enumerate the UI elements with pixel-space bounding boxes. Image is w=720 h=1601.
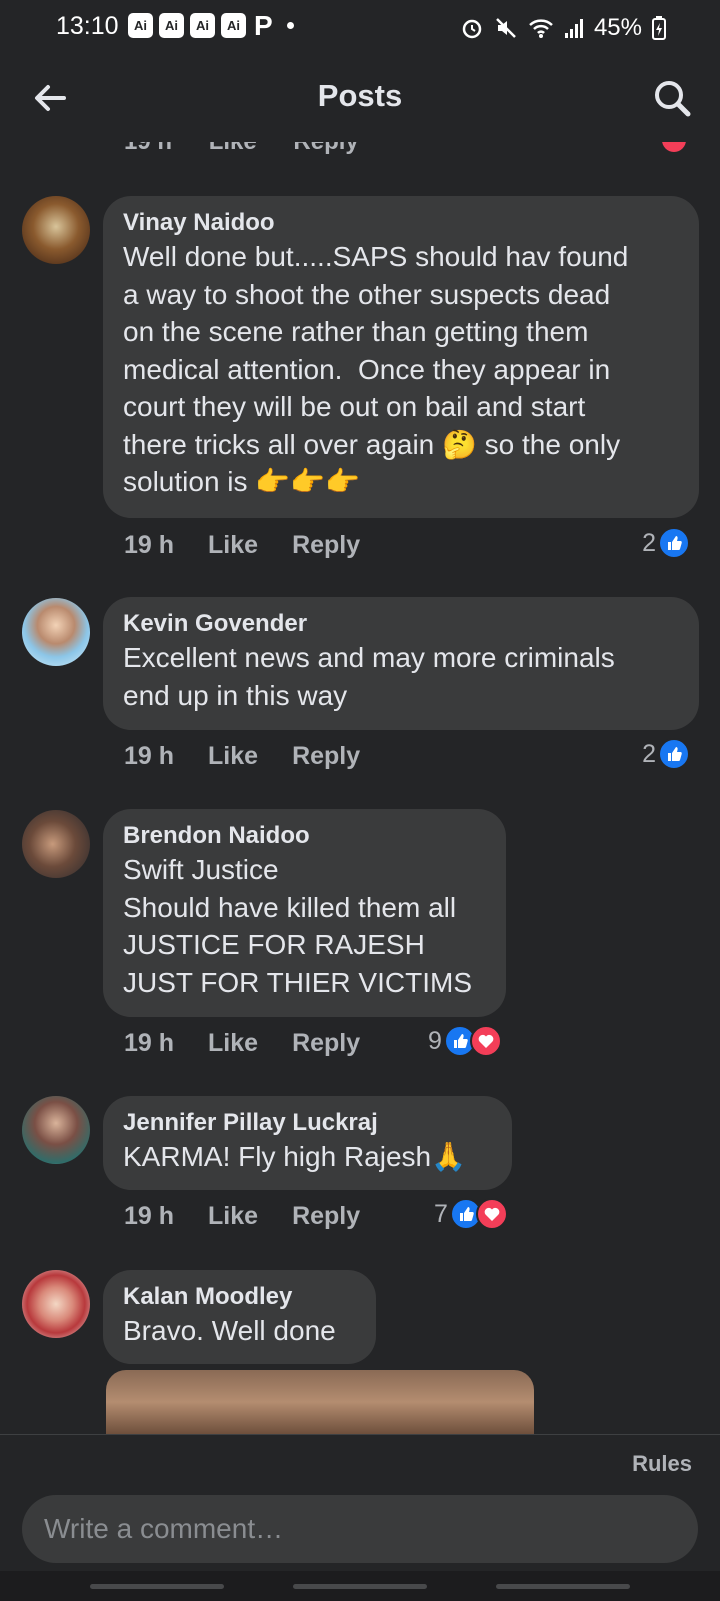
- commenter-name[interactable]: Kalan Moodley: [123, 1282, 356, 1312]
- top-app-bar: Posts: [0, 54, 720, 142]
- reaction-count: 2: [642, 739, 656, 768]
- comment-actions: 19 h Like Reply: [124, 531, 360, 560]
- avatar[interactable]: [22, 196, 90, 264]
- love-reaction-icon: [475, 1198, 508, 1230]
- commenter-name[interactable]: Kevin Govender: [123, 609, 679, 639]
- reply-action[interactable]: Reply: [292, 1029, 360, 1058]
- nav-home-handle[interactable]: [293, 1584, 427, 1589]
- status-indicators: 45%: [460, 14, 666, 42]
- comment-actions: 19 h Like Reply: [124, 1029, 360, 1058]
- alarm-icon: [462, 19, 482, 39]
- commenter-name[interactable]: Brendon Naidoo: [123, 821, 486, 851]
- nav-recents-handle[interactable]: [90, 1584, 224, 1589]
- comment-text: Excellent news and may more criminals en…: [123, 642, 615, 711]
- status-time: 13:10: [56, 12, 119, 40]
- timestamp: 19 h: [124, 531, 175, 559]
- ai-badge-icon: Ai: [221, 13, 246, 38]
- pinterest-icon: P: [254, 10, 273, 41]
- nav-back-handle[interactable]: [496, 1584, 630, 1589]
- comment-text: Well done but.....SAPS should hav found …: [123, 241, 629, 497]
- comment-bubble[interactable]: Jennifer Pillay Luckraj KARMA! Fly high …: [103, 1096, 512, 1190]
- page-title: Posts: [317, 78, 403, 113]
- comment-bubble[interactable]: Brendon Naidoo Swift Justice Should have…: [103, 809, 506, 1017]
- like-action[interactable]: Like: [208, 531, 258, 560]
- wifi-icon: [529, 19, 553, 38]
- status-bar: 13:10 Ai Ai Ai Ai P 45%: [0, 0, 720, 54]
- comment-actions: 19 h Like Reply: [124, 1202, 360, 1231]
- comment-bubble[interactable]: Kevin Govender Excellent news and may mo…: [103, 597, 699, 730]
- reply-action[interactable]: Reply: [292, 1202, 360, 1231]
- reaction-summary[interactable]: 9: [428, 1025, 502, 1057]
- like-reaction-icon: [658, 738, 690, 770]
- mute-icon: [496, 18, 516, 38]
- comment-composer: Rules: [0, 1434, 720, 1601]
- reaction-summary[interactable]: 2: [642, 527, 690, 559]
- reaction-count: 9: [428, 1026, 442, 1055]
- comment-text: Bravo. Well done: [123, 1315, 336, 1346]
- like-reaction-icon: [658, 527, 690, 559]
- search-icon[interactable]: [650, 76, 694, 120]
- love-reaction-icon: [469, 1025, 502, 1057]
- battery-charging-icon: [652, 16, 666, 40]
- timestamp: 19 h: [124, 1202, 175, 1230]
- reaction-count: 2: [642, 528, 656, 557]
- commenter-name[interactable]: Vinay Naidoo: [123, 208, 679, 238]
- avatar[interactable]: [22, 810, 90, 878]
- system-nav-bar: [0, 1571, 720, 1601]
- signal-icon: [564, 19, 583, 38]
- like-action[interactable]: Like: [208, 742, 258, 771]
- ai-badge-icon: Ai: [159, 13, 184, 38]
- like-action[interactable]: Like: [208, 1202, 258, 1231]
- timestamp: 19 h: [124, 742, 175, 770]
- ai-badge-icon: Ai: [190, 13, 215, 38]
- comment-image-attachment[interactable]: [106, 1370, 534, 1434]
- like-action[interactable]: Like: [208, 1029, 258, 1058]
- notification-badges: Ai Ai Ai Ai P: [128, 10, 294, 41]
- avatar[interactable]: [22, 1096, 90, 1164]
- battery-percent: 45%: [593, 14, 642, 41]
- reply-action[interactable]: Reply: [292, 742, 360, 771]
- rules-link[interactable]: Rules: [632, 1451, 692, 1477]
- commenter-name[interactable]: Jennifer Pillay Luckraj: [123, 1108, 492, 1138]
- comment-actions: 19 h Like Reply: [124, 742, 360, 771]
- timestamp: 19 h: [124, 1029, 175, 1057]
- reaction-summary[interactable]: 7: [434, 1198, 508, 1230]
- comment-input[interactable]: [22, 1495, 698, 1563]
- comment-text: Swift Justice Should have killed them al…: [123, 854, 472, 998]
- more-notifications-dot-icon: [286, 22, 294, 29]
- reaction-count: 7: [434, 1199, 448, 1228]
- comment-text: KARMA! Fly high Rajesh🙏: [123, 1141, 466, 1172]
- reaction-summary[interactable]: 2: [642, 738, 690, 770]
- avatar[interactable]: [22, 1270, 90, 1338]
- comment-bubble[interactable]: Vinay Naidoo Well done but.....SAPS shou…: [103, 196, 699, 518]
- avatar[interactable]: [22, 598, 90, 666]
- comment-bubble[interactable]: Kalan Moodley Bravo. Well done: [103, 1270, 376, 1364]
- ai-badge-icon: Ai: [128, 13, 153, 38]
- reply-action[interactable]: Reply: [292, 531, 360, 560]
